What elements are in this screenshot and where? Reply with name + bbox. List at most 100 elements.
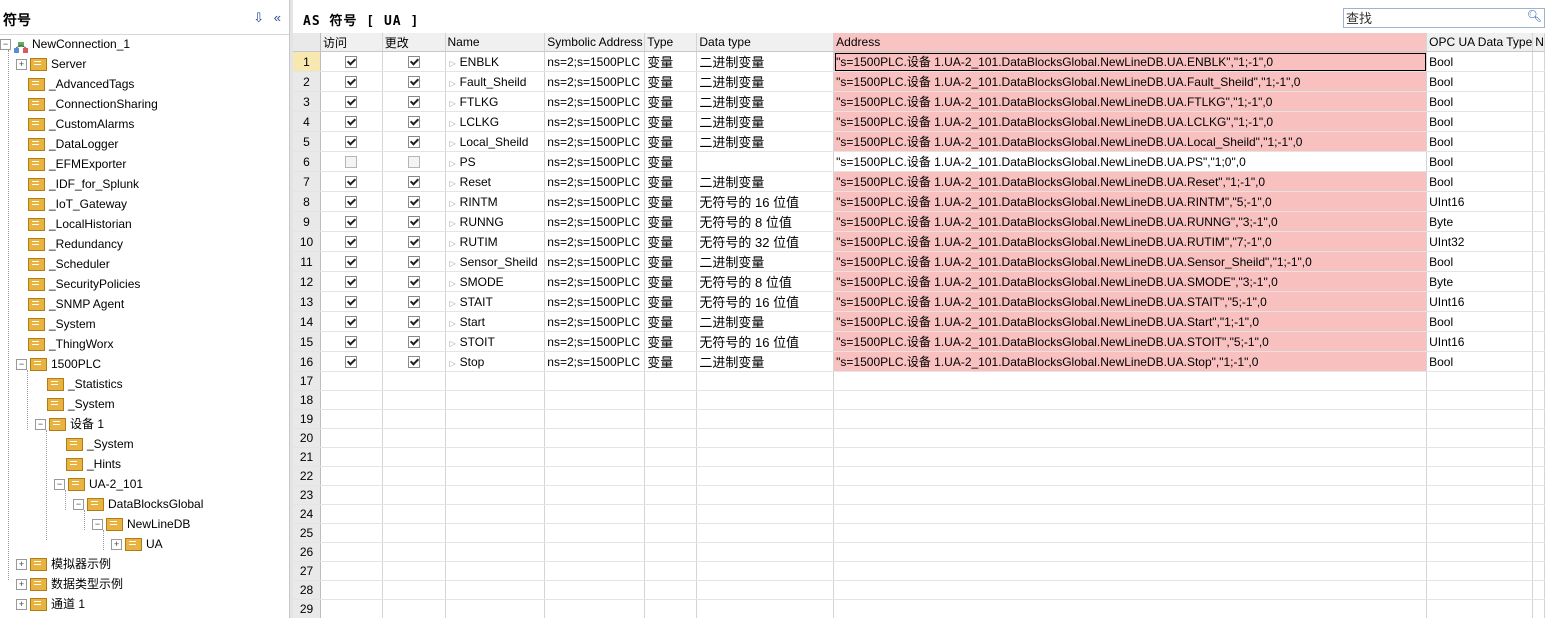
- change-checkbox[interactable]: [407, 276, 420, 289]
- tree-item[interactable]: − DataBlocksGlobal: [73, 494, 203, 514]
- expand-icon[interactable]: +: [16, 599, 27, 611]
- row-number[interactable]: 9: [293, 211, 322, 232]
- name-cell[interactable]: ▷ Fault_Sheild: [445, 71, 546, 92]
- row-number[interactable]: 19: [293, 409, 322, 429]
- opc-ua-data-type-cell[interactable]: Bool: [1426, 51, 1534, 72]
- collapse-panel-icon[interactable]: «: [274, 10, 281, 25]
- change-cell[interactable]: [382, 271, 446, 292]
- data-type-cell[interactable]: 无符号的 8 位值: [696, 211, 835, 232]
- access-checkbox[interactable]: [345, 76, 358, 89]
- search-input[interactable]: [1344, 9, 1528, 25]
- address-cell[interactable]: "s=1500PLC.设备 1.UA-2_101.DataBlocksGloba…: [833, 91, 1428, 112]
- type-cell[interactable]: 变量: [644, 291, 698, 312]
- opc-ua-data-type-cell[interactable]: Bool: [1426, 111, 1534, 132]
- change-checkbox[interactable]: [407, 176, 420, 189]
- expand-icon[interactable]: +: [16, 59, 27, 71]
- name-cell[interactable]: ▷ RUNNG: [445, 211, 546, 232]
- expand-triangle-icon[interactable]: ▷: [450, 159, 456, 168]
- collapse-icon[interactable]: −: [73, 499, 84, 511]
- expand-icon[interactable]: +: [16, 559, 27, 571]
- symbolic-address-cell[interactable]: ns=2;s=1500PLC: [544, 131, 646, 152]
- table-row[interactable]: 3 ▷ FTLKG ns=2;s=1500PLC 变量 二进制变量 "s=1500PLC.设…: [293, 91, 1545, 112]
- address-cell[interactable]: "s=1500PLC.设备 1.UA-2_101.DataBlocksGloba…: [833, 311, 1428, 332]
- opc-ua-data-type-column-header[interactable]: OPC UA Data Type: [1426, 33, 1534, 52]
- expand-triangle-icon[interactable]: ▷: [450, 99, 456, 108]
- data-type-cell[interactable]: 二进制变量: [696, 91, 835, 112]
- access-cell[interactable]: [320, 91, 383, 112]
- tree-item[interactable]: _CustomAlarms: [16, 114, 134, 134]
- opc-ua-data-type-cell[interactable]: UInt16: [1426, 291, 1534, 312]
- opc-ua-data-type-cell[interactable]: Bool: [1426, 151, 1534, 172]
- row-number[interactable]: 16: [293, 351, 322, 372]
- data-type-cell[interactable]: 二进制变量: [696, 51, 835, 72]
- change-cell[interactable]: [382, 331, 446, 352]
- table-row[interactable]: 11 ▷ Sensor_Sheild ns=2;s=1500PLC 变量 二进制变量 "s=…: [293, 251, 1545, 272]
- expand-triangle-icon[interactable]: ▷: [450, 299, 456, 308]
- opc-ua-data-type-cell[interactable]: Bool: [1426, 131, 1534, 152]
- table-row[interactable]: 9 ▷ RUNNG ns=2;s=1500PLC 变量 无符号的 8 位值 "s=1500P…: [293, 211, 1545, 232]
- change-column-header[interactable]: 更改: [382, 33, 446, 52]
- expand-triangle-icon[interactable]: ▷: [450, 199, 456, 208]
- row-number[interactable]: 15: [293, 331, 322, 352]
- name-cell[interactable]: ▷ Sensor_Sheild: [445, 251, 546, 272]
- symbolic-address-cell[interactable]: ns=2;s=1500PLC: [544, 51, 646, 72]
- type-cell[interactable]: 变量: [644, 331, 698, 352]
- address-cell[interactable]: "s=1500PLC.设备 1.UA-2_101.DataBlocksGloba…: [833, 191, 1428, 212]
- change-checkbox[interactable]: [407, 136, 420, 149]
- access-cell[interactable]: [320, 311, 383, 332]
- change-cell[interactable]: [382, 211, 446, 232]
- name-cell[interactable]: ▷ STAIT: [445, 291, 546, 312]
- change-checkbox[interactable]: [407, 196, 420, 209]
- data-type-cell[interactable]: 无符号的 16 位值: [696, 331, 835, 352]
- change-cell[interactable]: [382, 191, 446, 212]
- expand-triangle-icon[interactable]: ▷: [450, 59, 456, 68]
- data-type-cell[interactable]: 二进制变量: [696, 251, 835, 272]
- table-row[interactable]: 14 ▷ Start ns=2;s=1500PLC 变量 二进制变量 "s=1500PLC.…: [293, 311, 1545, 332]
- row-number[interactable]: 6: [293, 151, 322, 172]
- data-type-cell[interactable]: 无符号的 16 位值: [696, 191, 835, 212]
- empty-table-row[interactable]: 21: [293, 447, 1545, 467]
- access-cell[interactable]: [320, 331, 383, 352]
- expand-triangle-icon[interactable]: ▷: [450, 119, 456, 128]
- access-cell[interactable]: [320, 131, 383, 152]
- empty-table-row[interactable]: 23: [293, 485, 1545, 505]
- name-cell[interactable]: ▷ PS: [445, 151, 546, 172]
- change-checkbox[interactable]: [407, 216, 420, 229]
- tree-item[interactable]: _Redundancy: [16, 234, 123, 254]
- tree-item[interactable]: _System: [35, 394, 115, 414]
- table-row[interactable]: 8 ▷ RINTM ns=2;s=1500PLC 变量 无符号的 16 位值 "s=1500…: [293, 191, 1545, 212]
- opc-ua-data-type-cell[interactable]: Bool: [1426, 351, 1534, 372]
- address-cell[interactable]: "s=1500PLC.设备 1.UA-2_101.DataBlocksGloba…: [833, 211, 1428, 232]
- address-cell[interactable]: "s=1500PLC.设备 1.UA-2_101.DataBlocksGloba…: [833, 231, 1428, 252]
- tree-item[interactable]: _AdvancedTags: [16, 74, 134, 94]
- access-cell[interactable]: [320, 351, 383, 372]
- change-checkbox[interactable]: [407, 236, 420, 249]
- name-cell[interactable]: ▷ LCLKG: [445, 111, 546, 132]
- tree-item[interactable]: _System: [54, 434, 134, 454]
- type-cell[interactable]: 变量: [644, 311, 698, 332]
- empty-table-row[interactable]: 22: [293, 466, 1545, 486]
- expand-triangle-icon[interactable]: ▷: [450, 239, 456, 248]
- type-cell[interactable]: 变量: [644, 351, 698, 372]
- symbolic-address-column-header[interactable]: Symbolic Address: [544, 33, 646, 52]
- access-checkbox[interactable]: [345, 336, 358, 349]
- row-number[interactable]: 23: [293, 485, 322, 505]
- change-cell[interactable]: [382, 51, 446, 72]
- change-checkbox[interactable]: [407, 296, 420, 309]
- tree-item[interactable]: + Server: [16, 54, 86, 74]
- row-number[interactable]: 29: [293, 599, 322, 618]
- change-checkbox[interactable]: [407, 76, 420, 89]
- table-row[interactable]: 1 ▷ ENBLK ns=2;s=1500PLC 变量 二进制变量 "s=1500PLC.设…: [293, 51, 1545, 72]
- symbolic-address-cell[interactable]: ns=2;s=1500PLC: [544, 231, 646, 252]
- expand-triangle-icon[interactable]: ▷: [450, 359, 456, 368]
- opc-ua-data-type-cell[interactable]: UInt16: [1426, 191, 1534, 212]
- empty-table-row[interactable]: 17: [293, 371, 1545, 391]
- access-cell[interactable]: [320, 191, 383, 212]
- extra-column-header[interactable]: N: [1532, 33, 1545, 52]
- change-cell[interactable]: [382, 151, 446, 172]
- access-cell[interactable]: [320, 271, 383, 292]
- change-cell[interactable]: [382, 91, 446, 112]
- change-checkbox[interactable]: [407, 96, 420, 109]
- row-number[interactable]: 21: [293, 447, 322, 467]
- opc-ua-data-type-cell[interactable]: Bool: [1426, 251, 1534, 272]
